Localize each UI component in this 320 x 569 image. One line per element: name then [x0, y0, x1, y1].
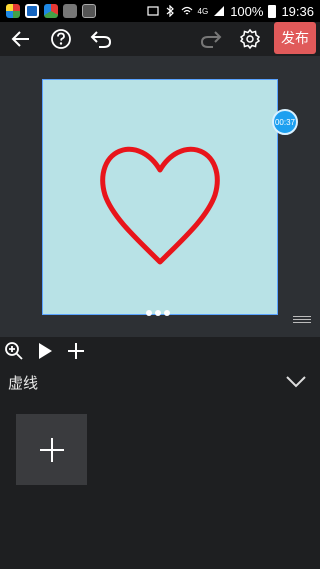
signal-icon [214, 6, 225, 16]
play-icon [39, 343, 52, 359]
dot [164, 310, 170, 316]
keyboard-icon [82, 4, 96, 18]
add-frame-button[interactable] [65, 340, 87, 362]
cast-icon [146, 6, 159, 16]
canvas-stage: 00:37 [0, 56, 320, 337]
plus-icon [68, 343, 84, 359]
network-type: 4G [197, 6, 209, 16]
dot [155, 310, 161, 316]
chevron-down-icon[interactable] [284, 372, 308, 390]
more-dots-handle[interactable] [146, 310, 170, 316]
gear-icon [239, 28, 261, 50]
settings-button[interactable] [235, 25, 265, 53]
drawing-canvas[interactable] [42, 79, 278, 315]
editor-toolbar [0, 22, 320, 56]
back-button[interactable] [6, 25, 36, 53]
redo-button[interactable] [196, 25, 226, 53]
heart-shape[interactable] [43, 80, 277, 314]
app-icon [25, 4, 39, 18]
gallery-icon [63, 4, 77, 18]
playback-controls [0, 337, 320, 365]
undo-icon [90, 31, 112, 48]
zoom-in-icon [5, 342, 23, 360]
bluetooth-icon [166, 5, 174, 17]
timer-badge[interactable]: 00:37 [272, 109, 298, 135]
add-item-tile[interactable] [16, 414, 87, 485]
section-label-dashed: 虚线 [8, 374, 39, 392]
help-button[interactable] [46, 25, 76, 53]
help-icon [51, 29, 71, 49]
dot [146, 310, 152, 316]
app-icon [44, 4, 58, 18]
clock: 19:36 [281, 3, 314, 19]
status-bar: 4G 100% 19:36 [0, 0, 320, 22]
undo-button[interactable] [86, 25, 116, 53]
wifi-icon [181, 6, 192, 15]
resize-handle-icon[interactable] [293, 316, 311, 324]
battery-percent: 100% [230, 3, 264, 19]
app-icon [6, 4, 20, 18]
plus-icon [39, 437, 64, 462]
notification-icons [6, 4, 96, 18]
back-arrow-icon [11, 31, 29, 47]
redo-icon [200, 31, 222, 48]
battery-icon [268, 4, 277, 18]
play-button[interactable] [34, 340, 56, 362]
publish-button[interactable]: 发布 [274, 22, 316, 54]
zoom-button[interactable] [3, 340, 25, 362]
